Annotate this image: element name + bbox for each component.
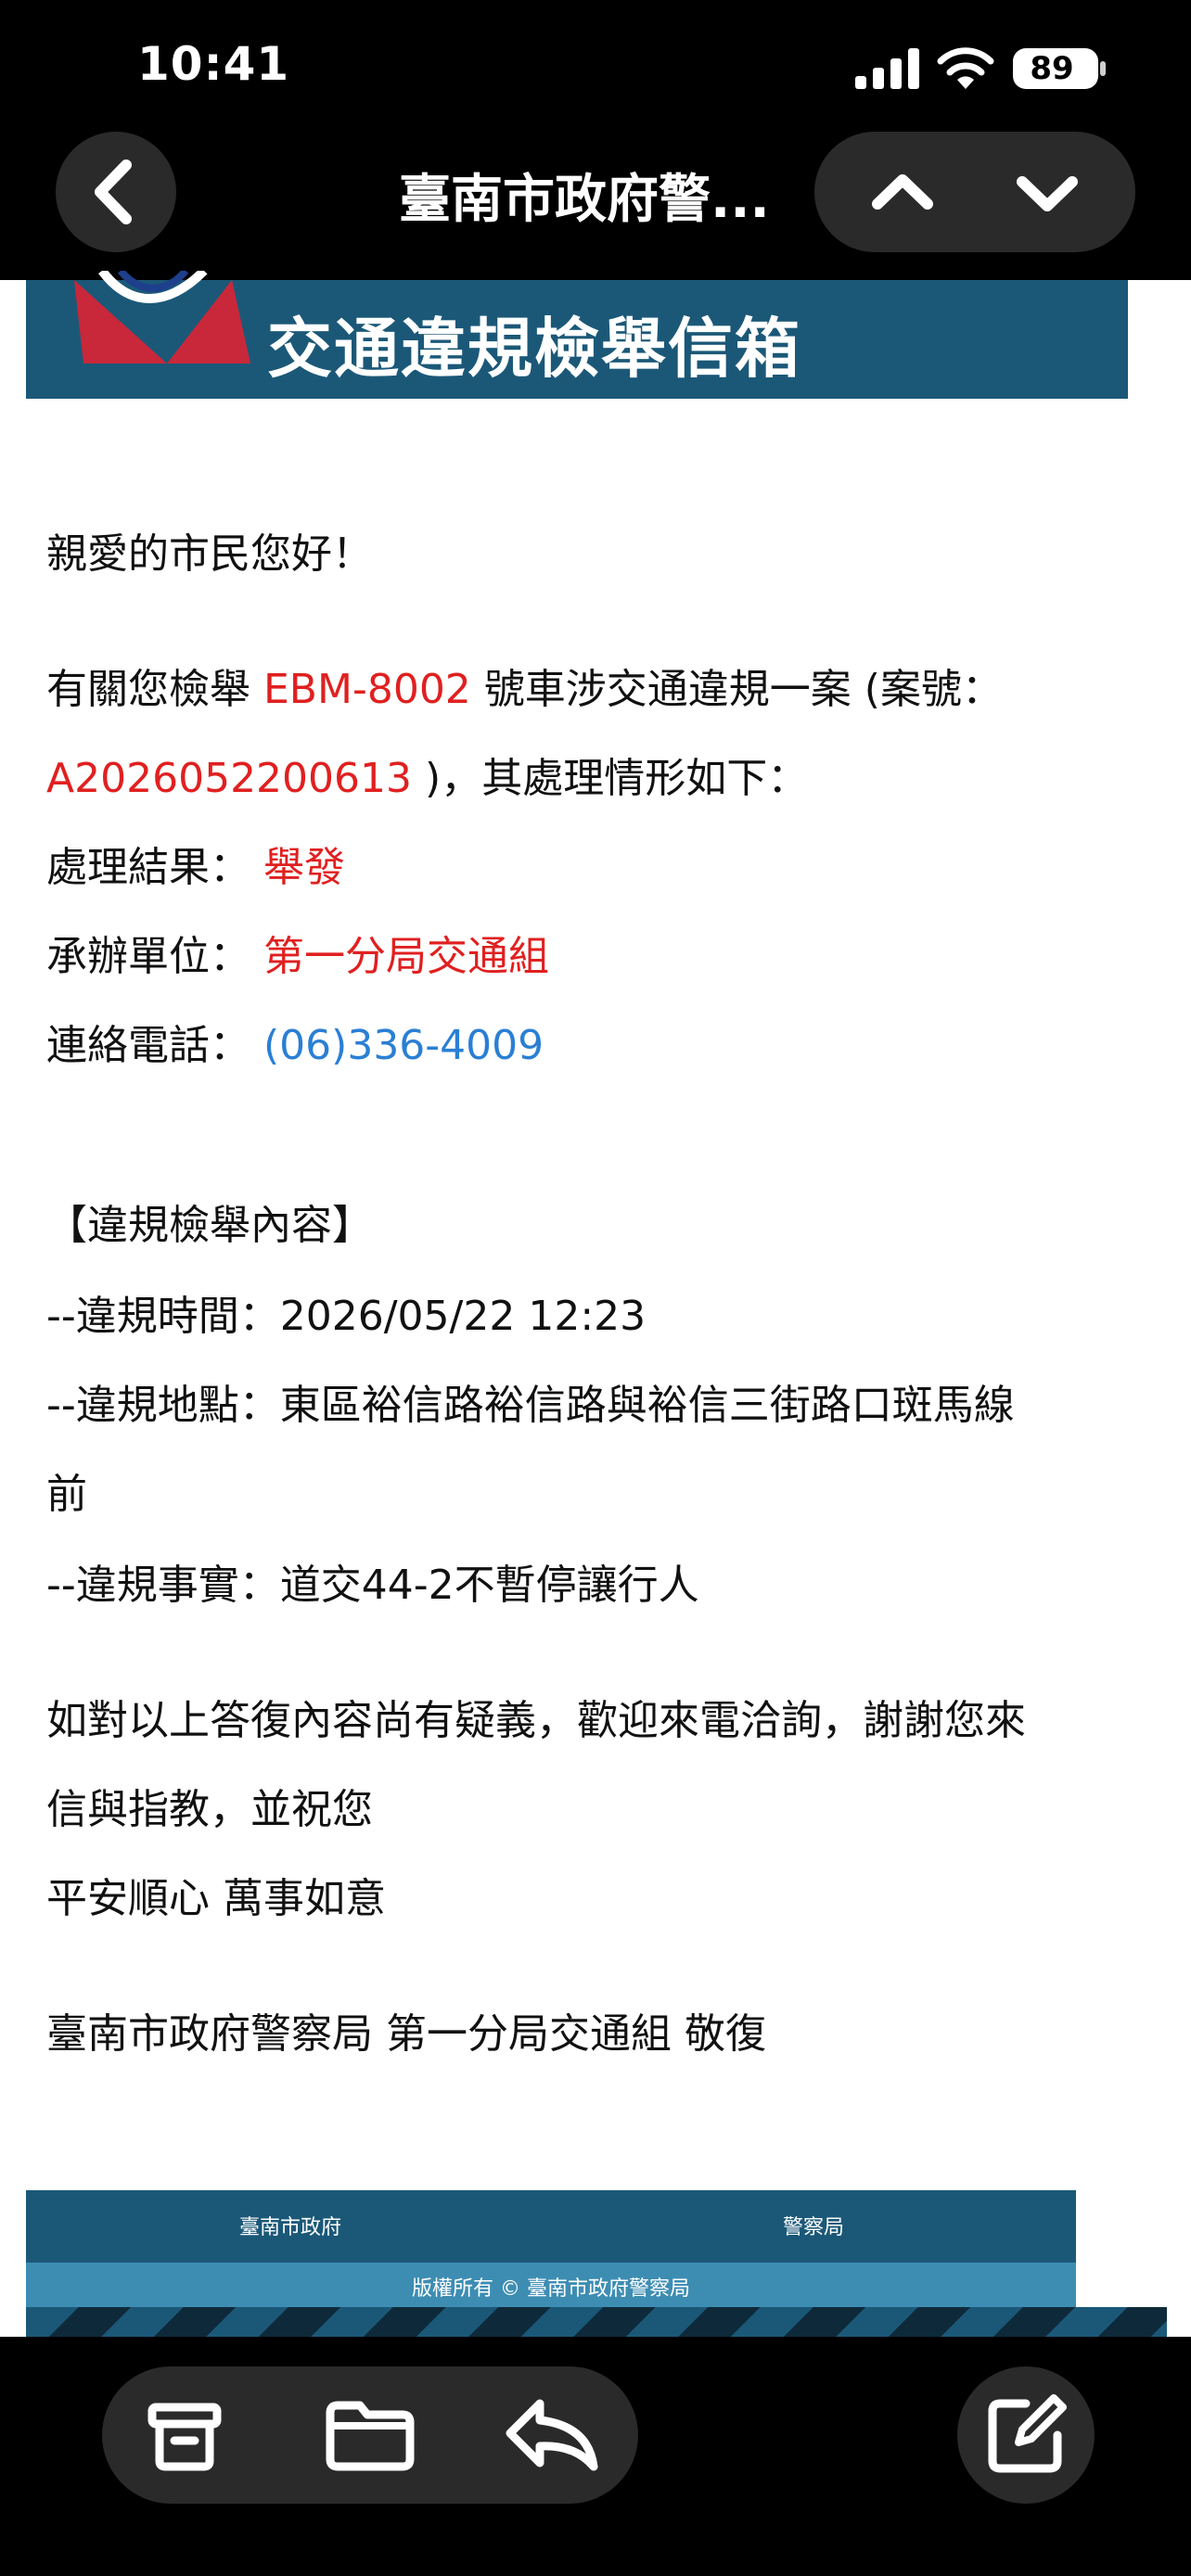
closing-line-1: 如對以上答復內容尚有疑義，歡迎來電洽詢，謝謝您來 — [46, 1697, 1026, 1744]
case-number: A2026052200613 — [46, 755, 413, 802]
violation-time: --違規時間：2026/05/22 12:23 — [46, 1293, 647, 1340]
chevron-up-icon — [872, 174, 933, 210]
reply-icon — [506, 2399, 598, 2471]
move-to-folder-button[interactable] — [301, 2366, 440, 2504]
archive-icon — [147, 2403, 222, 2471]
intro-line-1: 有關您檢舉 EBM-8002 號車涉交通違規一案 (案號： — [46, 662, 1003, 718]
intro-line-2: A2026052200613 )，其處理情形如下： — [46, 751, 808, 807]
footer-left-link[interactable]: 臺南市政府 — [239, 2211, 341, 2240]
decorative-stripes — [26, 2307, 1167, 2337]
email-footer: 臺南市政府 警察局 — [26, 2190, 1076, 2263]
back-button[interactable] — [56, 132, 176, 252]
plate-number: EBM-8002 — [263, 666, 471, 713]
police-logo-icon — [74, 271, 250, 363]
phone-link[interactable]: (06)336-4009 — [263, 1022, 544, 1069]
unit-row: 承辦單位： 第一分局交通組 — [46, 929, 549, 985]
back-chevron-icon — [95, 159, 132, 224]
archive-button[interactable] — [115, 2366, 254, 2504]
battery-level: 89 — [1030, 50, 1074, 87]
signature: 臺南市政府警察局 第一分局交通組 敬復 — [46, 2010, 766, 2058]
violation-place-line-2: 前 — [46, 1471, 87, 1518]
footer-right-link[interactable]: 警察局 — [783, 2211, 844, 2240]
nav-title: 臺南市政府警... — [399, 170, 770, 230]
compose-icon — [988, 2394, 1067, 2473]
email-banner: 交通違規檢舉信箱 — [26, 271, 1128, 399]
copyright-bar: 版權所有 © 臺南市政府警察局 — [26, 2263, 1076, 2307]
closing-line-2: 信與指教，並祝您 — [46, 1786, 373, 1833]
intro-text-c: )，其處理情形如下： — [425, 755, 809, 802]
violation-fact: --違規事實：道交44-2不暫停讓行人 — [46, 1562, 699, 1609]
unit-value: 第一分局交通組 — [263, 933, 549, 980]
next-message-button[interactable] — [978, 132, 1117, 252]
intro-text-b: 號車涉交通違規一案 (案號： — [483, 666, 1003, 713]
compose-button[interactable] — [957, 2366, 1095, 2504]
battery-icon: 89 — [1013, 48, 1106, 89]
result-label: 處理結果： — [46, 844, 250, 891]
signal-icon — [855, 48, 919, 89]
greeting: 親愛的市民您好！ — [46, 530, 373, 578]
wifi-icon — [937, 47, 994, 89]
chevron-down-icon — [1017, 176, 1078, 211]
phone-row: 連絡電話： (06)336-4009 — [46, 1018, 544, 1074]
closing-line-3: 平安順心 萬事如意 — [46, 1875, 386, 1922]
reply-button[interactable] — [482, 2366, 621, 2504]
violation-place-line-1: --違規地點：東區裕信路裕信路與裕信三街路口斑馬線 — [46, 1382, 1015, 1429]
banner-title: 交通違規檢舉信箱 — [267, 311, 801, 387]
copyright-text: 版權所有 © 臺南市政府警察局 — [412, 2277, 690, 2301]
top-bar: 10:41 89 臺南市政府警... — [0, 0, 1191, 280]
intro-text-a: 有關您檢舉 — [46, 666, 250, 713]
status-time: 10:41 — [137, 37, 290, 91]
section-title: 【違規檢舉內容】 — [46, 1202, 373, 1249]
phone-label: 連絡電話： — [46, 1022, 250, 1069]
unit-label: 承辦單位： — [46, 933, 250, 980]
folder-icon — [326, 2401, 415, 2471]
previous-message-button[interactable] — [833, 132, 972, 252]
mail-actions — [102, 2366, 638, 2504]
message-navigation — [814, 132, 1135, 252]
bottom-toolbar — [0, 2337, 1191, 2576]
result-row: 處理結果： 舉發 — [46, 840, 345, 896]
result-value: 舉發 — [263, 844, 345, 891]
